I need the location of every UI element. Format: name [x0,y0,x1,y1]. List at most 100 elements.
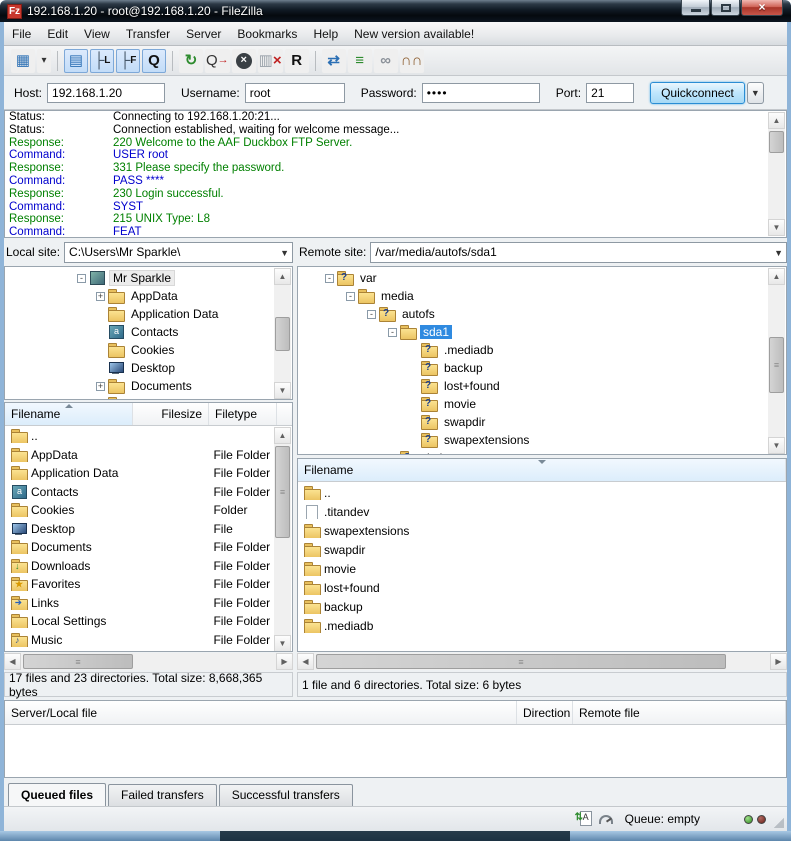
password-input[interactable] [422,83,540,103]
tree-item-sda1[interactable]: -sda1 [298,323,786,341]
collapse-icon[interactable]: - [367,310,376,319]
scroll-up-icon[interactable]: ▲ [768,268,785,285]
expand-icon[interactable]: + [96,292,105,301]
collapse-icon[interactable]: - [77,274,86,283]
tree-item-media[interactable]: -media [298,287,786,305]
tree-item-swapextensions[interactable]: ?swapextensions [298,431,786,449]
remote-site-combo[interactable]: /var/media/autofs/sda1 ▼ [370,242,787,263]
tree-item-application-data[interactable]: Application Data [5,305,292,323]
file-row-[interactable]: .. [298,483,786,502]
local-tree-scrollbar[interactable]: ▲ ▼ [274,268,291,399]
file-row-movie[interactable]: movie [298,559,786,578]
refresh-button[interactable]: ↻ [179,49,203,73]
scroll-down-icon[interactable]: ▼ [274,382,291,399]
username-input[interactable] [245,83,345,103]
column-filesize[interactable]: Filesize [133,403,209,425]
tree-item-var[interactable]: -?var [298,269,786,287]
tree-item-autofs[interactable]: -?autofs [298,305,786,323]
search-button[interactable]: ∩∩ [400,49,424,73]
scroll-up-icon[interactable]: ▲ [274,427,291,444]
tree-item-mediadb[interactable]: ?.mediadb [298,341,786,359]
file-row-documents[interactable]: DocumentsFile Folder [5,538,275,557]
remote-list-hscrollbar[interactable]: ◀ ▶ [297,653,787,670]
file-row-titandev[interactable]: .titandev [298,502,786,521]
local-list-scrollbar[interactable]: ▲ ▼ [274,427,291,652]
file-row-desktop[interactable]: DesktopFile [5,520,275,539]
toggle-queue-button[interactable]: Q [142,49,166,73]
scroll-thumb[interactable] [769,131,784,153]
toggle-remote-tree-button[interactable]: ├F [116,49,140,73]
tree-item-swapdir[interactable]: ?swapdir [298,413,786,431]
scroll-thumb[interactable] [275,317,290,351]
column-filename[interactable]: Filename [5,403,133,425]
file-row-local-settings[interactable]: Local SettingsFile Folder [5,612,275,631]
scroll-up-icon[interactable]: ▲ [274,268,291,285]
scroll-thumb[interactable] [769,337,784,393]
toggle-local-tree-button[interactable]: ├L [90,49,114,73]
file-row-application-data[interactable]: Application DataFile Folder [5,464,275,483]
site-manager-button[interactable]: ▦ [11,49,35,73]
local-list-hscrollbar[interactable]: ◀ ▶ [4,653,293,670]
scroll-right-icon[interactable]: ▶ [276,653,293,670]
speed-limits-icon[interactable] [599,815,613,824]
menu-help[interactable]: Help [305,24,346,44]
scroll-thumb[interactable] [275,446,290,538]
collapse-icon[interactable]: - [388,328,397,337]
column-filetype[interactable]: Filetype [209,403,277,425]
column-server-local-file[interactable]: Server/Local file [5,701,517,724]
disconnect-button[interactable]: ▥× [258,49,283,73]
collapse-icon[interactable]: - [346,292,355,301]
expand-icon[interactable]: + [96,382,105,391]
tree-item-dvd[interactable]: ?dvd [298,449,786,455]
file-row-contacts[interactable]: ContactsFile Folder [5,483,275,502]
local-site-combo[interactable]: C:\Users\Mr Sparkle\ ▼ [64,242,293,263]
scroll-up-icon[interactable]: ▲ [768,112,785,129]
tree-item-documents[interactable]: +Documents [5,377,292,395]
collapse-icon[interactable]: - [325,274,334,283]
file-row-appdata[interactable]: AppDataFile Folder [5,446,275,465]
file-row-[interactable]: .. [5,427,275,446]
remote-tree-scrollbar[interactable]: ▲ ▼ [768,268,785,454]
file-row-music[interactable]: ♪MusicFile Folder [5,631,275,650]
column-filename[interactable]: Filename [298,459,786,481]
file-row-lost-found[interactable]: lost+found [298,578,786,597]
menu-bookmarks[interactable]: Bookmarks [229,24,305,44]
filter-button[interactable]: ∞ [374,49,398,73]
tree-item-appdata[interactable]: +AppData [5,287,292,305]
close-button[interactable]: × [741,0,783,16]
scroll-right-icon[interactable]: ▶ [770,653,787,670]
tab-queued-files[interactable]: Queued files [8,783,106,806]
file-row-favorites[interactable]: ★FavoritesFile Folder [5,575,275,594]
chevron-down-icon[interactable]: ▼ [774,248,783,258]
process-queue-button[interactable]: Q→ [205,49,230,73]
tree-item-contacts[interactable]: Contacts [5,323,292,341]
chevron-down-icon[interactable]: ▼ [280,248,289,258]
scroll-down-icon[interactable]: ▼ [768,437,785,454]
site-manager-dropdown[interactable]: ▾ [37,49,51,73]
tree-item-desktop[interactable]: Desktop [5,359,292,377]
minimize-button[interactable] [681,0,710,16]
column-direction[interactable]: Direction [517,701,573,724]
scroll-thumb[interactable] [23,654,133,669]
tree-item-downloads[interactable]: +↓Downloads [5,395,292,400]
tree-item-backup[interactable]: ?backup [298,359,786,377]
file-row-swapextensions[interactable]: swapextensions [298,521,786,540]
scroll-left-icon[interactable]: ◀ [4,653,21,670]
menu-view[interactable]: View [76,24,118,44]
menu-edit[interactable]: Edit [39,24,76,44]
port-input[interactable] [586,83,634,103]
resize-grip[interactable] [774,818,784,828]
toggle-message-log-button[interactable]: ▤ [64,49,88,73]
quickconnect-button[interactable]: Quickconnect [650,82,745,104]
scroll-down-icon[interactable]: ▼ [274,635,291,652]
column-remote-file[interactable]: Remote file [573,701,786,724]
expand-icon[interactable]: + [96,400,105,401]
file-row-links[interactable]: ➔LinksFile Folder [5,594,275,613]
title-bar[interactable]: Fz 192.168.1.20 - root@192.168.1.20 - Fi… [0,0,791,22]
directory-comparison-button[interactable]: ≡ [348,49,372,73]
message-log-scrollbar[interactable]: ▲ ▼ [768,112,785,236]
cancel-button[interactable]: × [232,49,256,73]
host-input[interactable] [47,83,165,103]
menu-transfer[interactable]: Transfer [118,24,178,44]
synchronized-browsing-button[interactable]: ⇄ [322,49,346,73]
